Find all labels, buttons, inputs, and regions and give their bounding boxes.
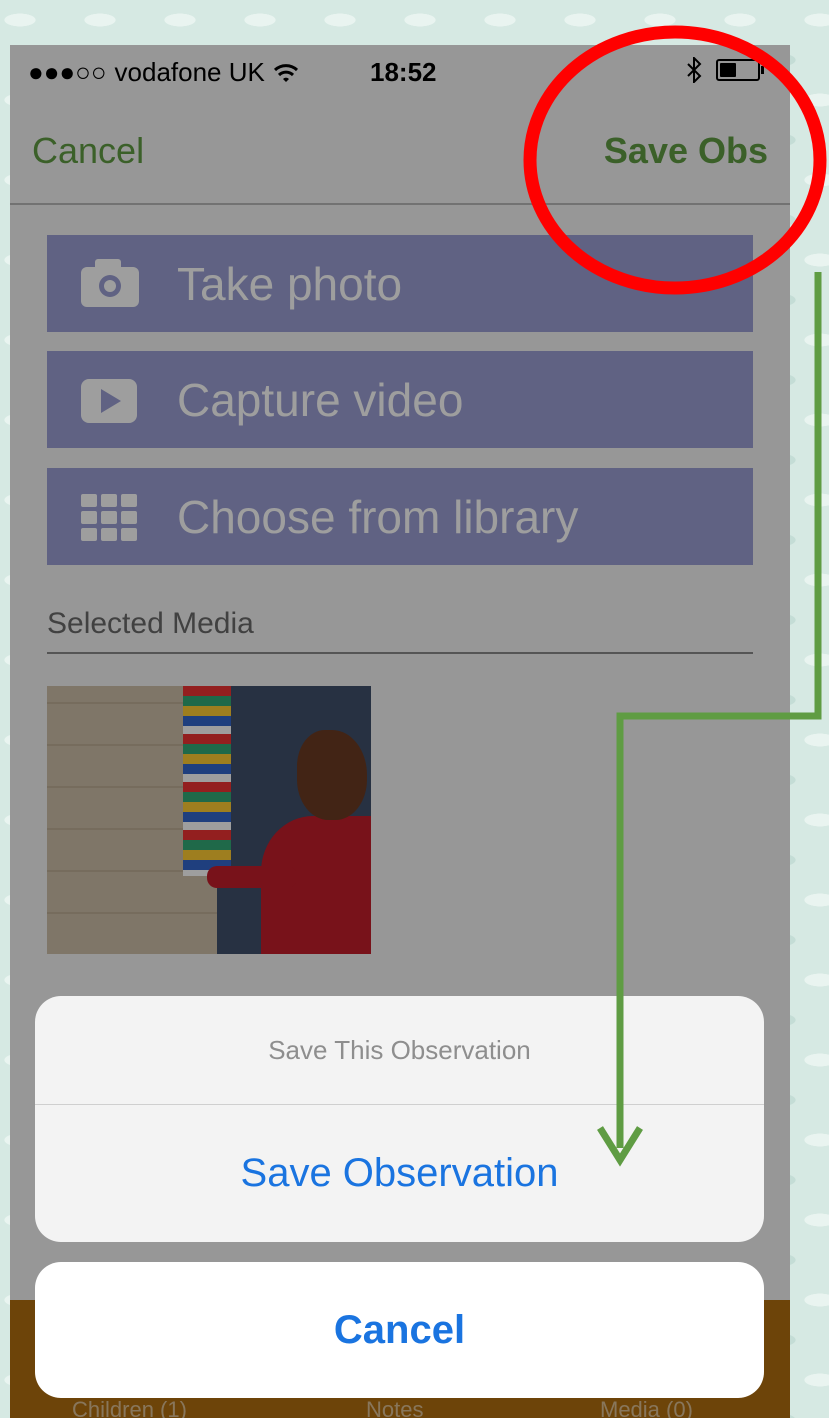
save-observation-button[interactable]: Save Observation [35, 1104, 764, 1242]
action-sheet-title: Save This Observation [35, 996, 764, 1105]
action-sheet-cancel-button[interactable]: Cancel [35, 1262, 764, 1398]
action-sheet: Save This Observation Save Observation [35, 996, 764, 1242]
